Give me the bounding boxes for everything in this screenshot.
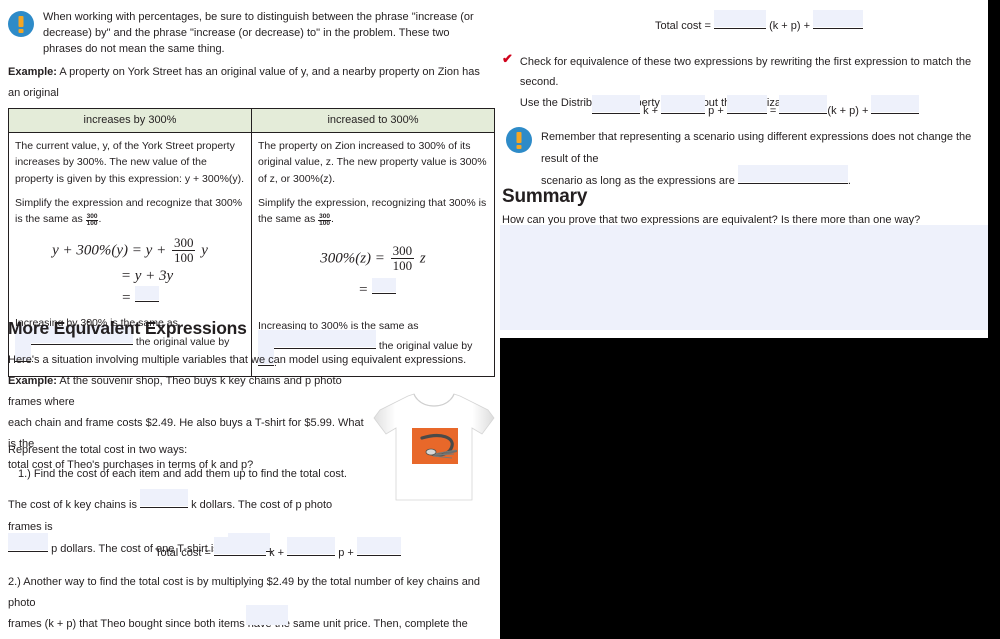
example2-line-1: At the souvenir shop, Theo buys k key ch… <box>8 375 342 408</box>
section-title-more-equivalent-expressions: More Equivalent Expressions <box>8 318 247 338</box>
col2-answer-blank[interactable] <box>371 277 396 294</box>
left-page-panel: When working with percentages, be sure t… <box>0 0 500 639</box>
col1-answer-blank[interactable] <box>134 286 159 303</box>
cost-k-blank[interactable] <box>140 489 189 508</box>
check-line-1: Check for equivalence of these two expre… <box>519 56 972 89</box>
table-header-increases-by: increases by 300% <box>8 107 252 134</box>
example2-label: Example: <box>8 375 57 387</box>
col2-math-left: 300%(z) = <box>320 250 385 267</box>
exclamation-icon <box>506 127 532 153</box>
remember-line-1: Remember that representing a scenario us… <box>541 131 972 165</box>
cost-line-1-a: The cost of k key chains is <box>8 499 137 511</box>
table-cell-col2: The property on Zion increased to 300% o… <box>251 132 495 378</box>
col2-math-right: z <box>419 250 426 267</box>
item2-line-1: 2.) Another way to find the total cost i… <box>8 576 481 609</box>
col1-math-fraction: 300 100 <box>171 234 196 266</box>
table-cell-col1: The current value, y, of the York Street… <box>8 132 252 378</box>
right-total-cost-blank-1[interactable] <box>714 10 767 29</box>
col1-math-fraction-numerator: 300 <box>171 234 196 252</box>
table-body-row: The current value, y, of the York Street… <box>8 132 495 378</box>
eq-equals-sign: = <box>769 105 777 117</box>
total-cost-expression-left: Total cost = k + p + <box>155 537 401 564</box>
total-cost-k-label: k + <box>269 547 285 559</box>
eq-p-label: p + <box>708 105 724 117</box>
tshirt-image <box>370 382 498 510</box>
percentage-callout: When working with percentages, be sure t… <box>8 10 486 58</box>
eq-kp-label: (k + p) + <box>827 105 869 117</box>
col2-math-fraction: 300 100 <box>390 242 415 274</box>
table-header-row: increases by 300% increased to 300% <box>8 107 495 134</box>
total-cost-label-right: Total cost = <box>655 20 711 32</box>
col2-math-fraction-numerator: 300 <box>390 242 415 260</box>
total-cost-p-label: p + <box>338 547 354 559</box>
eq-k-label: k + <box>643 105 659 117</box>
col1-math-line-3-equals: = <box>121 290 132 307</box>
col2-paragraph-1: The property on Zion increased to 300% o… <box>258 140 487 185</box>
col2-math-line-2-equals: = <box>358 281 369 298</box>
table-header-increased-to: increased to 300% <box>251 107 495 134</box>
col1-math-fraction-denominator: 100 <box>173 250 194 266</box>
item2-line-2: frames (k + p) that Theo bought since bo… <box>8 617 468 639</box>
col2-math-fraction-denominator: 100 <box>392 258 413 274</box>
col2-math-line-1: 300%(z) = 300 100 z <box>258 242 488 274</box>
summary-answer-box[interactable] <box>500 225 988 330</box>
example-label: Example: <box>8 66 57 78</box>
col1-math-line-3: = <box>35 286 245 307</box>
col1-paragraph-2: Simplify the expression and recognize th… <box>15 196 243 228</box>
col1-math-line-1: y + 300%(y) = y + 300 100 y <box>15 234 245 266</box>
eq-blank-2[interactable] <box>661 95 706 114</box>
eq-blank-4[interactable] <box>779 95 828 114</box>
eq-blank-5[interactable] <box>871 95 920 114</box>
percentage-callout-text: When working with percentages, be sure t… <box>43 11 474 55</box>
summary-heading: Summary <box>502 186 588 207</box>
remember-callout-text: Remember that representing a scenario us… <box>541 126 981 192</box>
eq-blank-3[interactable] <box>726 95 767 114</box>
total-cost-blank-2[interactable] <box>287 537 336 556</box>
col1-paragraph-1: The current value, y, of the York Street… <box>15 140 245 185</box>
col2-fraction-denominator: 100 <box>319 220 330 228</box>
total-cost-expression-right: Total cost = (k + p) + <box>655 10 864 37</box>
remember-blank[interactable] <box>737 165 848 184</box>
remember-line-2-end: . <box>847 175 851 187</box>
col2-fraction-inline: 300 100 <box>318 213 331 228</box>
remember-callout: Remember that representing a scenario us… <box>506 126 981 192</box>
total-cost-blank-1[interactable] <box>214 537 267 556</box>
check-icon: ✔ <box>502 51 513 66</box>
factorization-equation: k + p + = (k + p) + <box>592 95 920 122</box>
eq-blank-1[interactable] <box>592 95 640 114</box>
col1-fraction-denominator: 100 <box>86 220 98 228</box>
example-line-1: A property on York Street has an origina… <box>8 66 480 99</box>
right-total-cost-kp-label: (k + p) + <box>769 20 811 32</box>
represent-paragraph: Represent the total cost in two ways: <box>8 444 188 456</box>
list-item-1: 1.) Find the cost of each item and add t… <box>18 468 347 480</box>
total-cost-label-left: Total cost = <box>155 547 211 559</box>
col1-simplify-text: Simplify the expression and recognize th… <box>15 196 243 226</box>
right-page-panel: Total cost = (k + p) + ✔ Check for equiv… <box>500 0 988 338</box>
cost-p-blank[interactable] <box>8 533 48 552</box>
total-cost-blank-3[interactable] <box>356 537 401 556</box>
col2-paragraph-2: Simplify the expression, recognizing tha… <box>258 196 487 228</box>
floating-answer-box-1[interactable] <box>246 605 288 625</box>
col1-fraction-inline: 300 100 <box>85 213 99 228</box>
col1-math-left: y + 300%(y) = y + <box>52 242 167 259</box>
intro-paragraph: Here's a situation involving multiple va… <box>8 354 467 366</box>
col1-math-line-2: = y + 3y <box>120 267 174 284</box>
exclamation-icon <box>8 11 34 37</box>
col1-math-right: y <box>201 242 208 259</box>
worksheet-page: When working with percentages, be sure t… <box>0 0 1000 639</box>
right-total-cost-blank-2[interactable] <box>813 10 864 29</box>
col2-math-line-2: = <box>266 277 488 299</box>
col2-simplify-text: Simplify the expression, recognizing tha… <box>258 196 487 226</box>
col2-blank-operation[interactable] <box>258 329 376 349</box>
